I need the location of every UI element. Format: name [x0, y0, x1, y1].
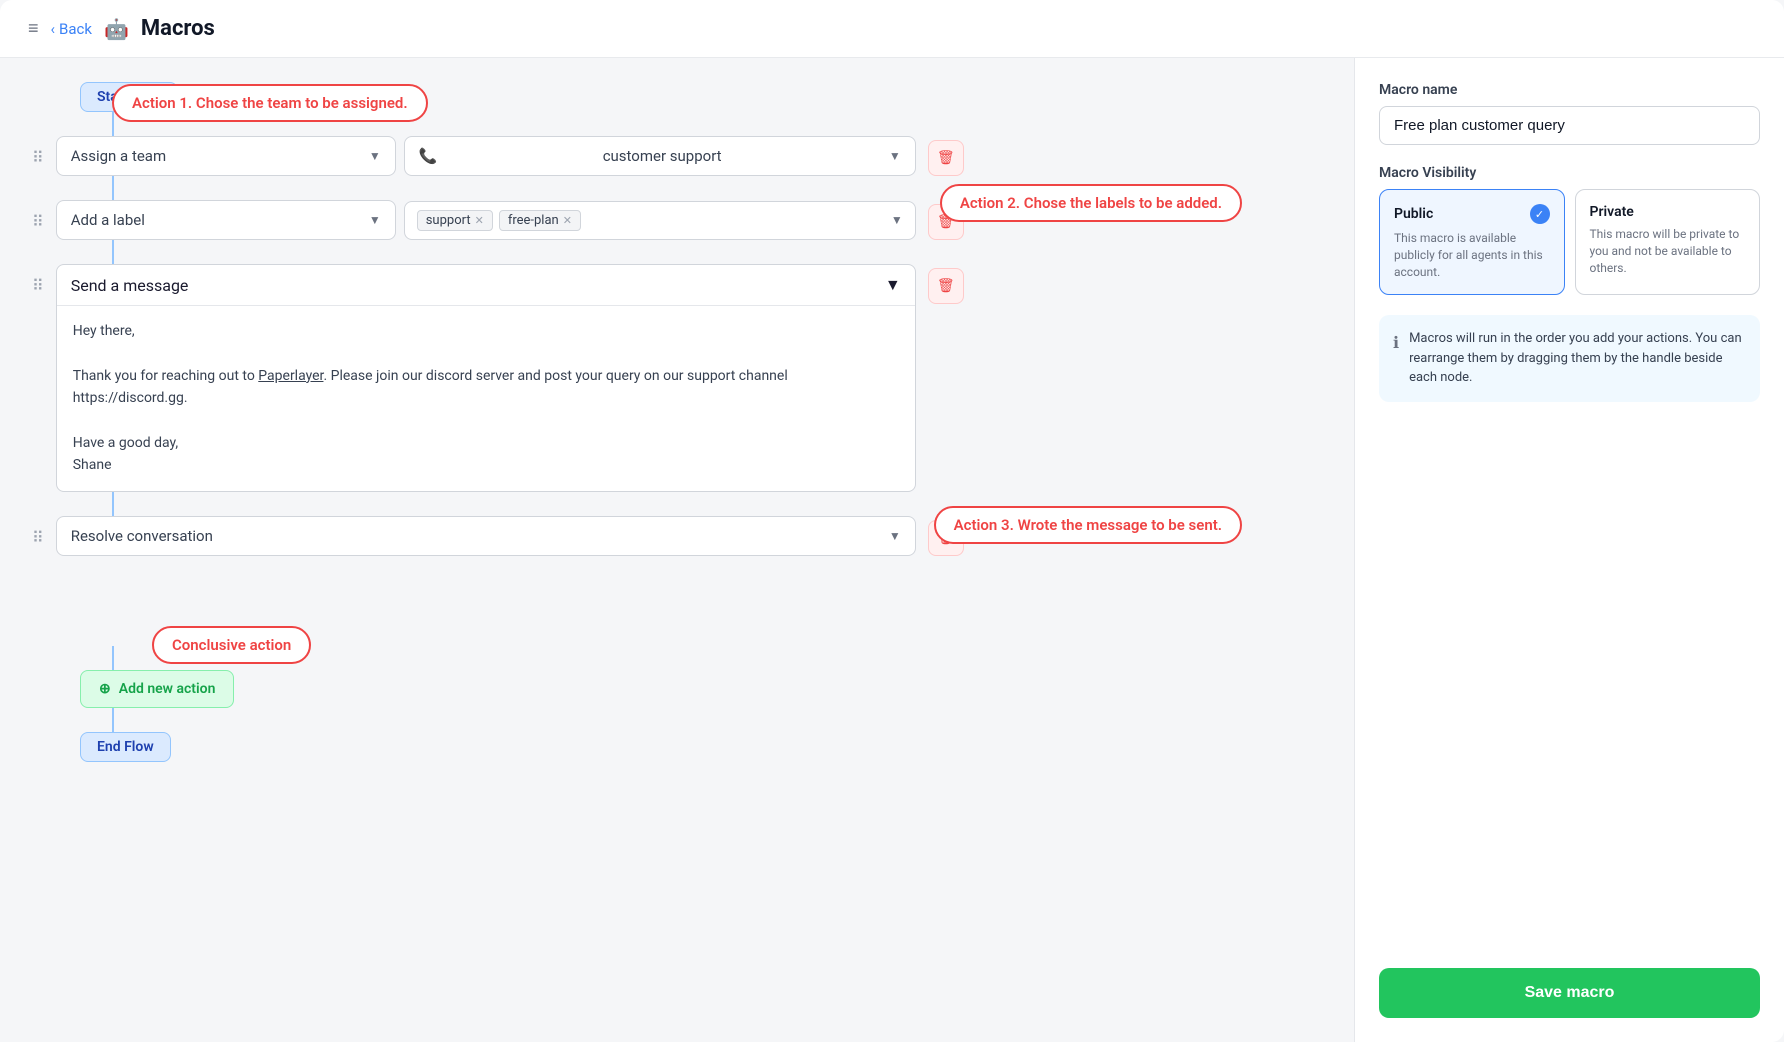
visibility-private-card[interactable]: Private This macro will be private to yo… [1575, 189, 1761, 295]
connector-line-4 [112, 492, 114, 516]
info-text: Macros will run in the order you add you… [1409, 329, 1746, 388]
remove-tag-support[interactable]: ✕ [475, 214, 484, 227]
action-type-label-1: Assign a team [71, 147, 166, 165]
action-3-content: Send a message ▼ Hey there, Thank you fo… [56, 264, 916, 492]
connector-line-6 [112, 708, 114, 732]
visibility-public-header: Public ✓ [1394, 204, 1550, 224]
visibility-private-header: Private [1590, 204, 1746, 220]
delete-action-4-button[interactable]: 🗑 [928, 520, 964, 556]
resolve-conversation-select[interactable]: Resolve conversation ▼ [56, 516, 916, 556]
action-row-2: ⠿ Add a label ▼ support ✕ [32, 200, 1322, 240]
add-new-action-label: Add new action [119, 681, 216, 697]
connector-line-5 [112, 646, 114, 670]
visibility-section-title: Macro Visibility [1379, 165, 1760, 181]
end-flow-node: End Flow [80, 732, 171, 762]
save-macro-button[interactable]: Save macro [1379, 968, 1760, 1018]
action-1-content: Assign a team ▼ 📞 customer support ▼ [56, 136, 916, 176]
action-1-wrapper: Action 1. Chose the team to be assigned.… [32, 136, 1322, 176]
action-type-select-2[interactable]: Add a label ▼ [56, 200, 396, 240]
action-2-wrapper: Action 2. Chose the labels to be added. … [32, 200, 1322, 240]
action-row-3: ⠿ Send a message ▼ Hey there, Thank you … [32, 264, 1322, 492]
visibility-options: Public ✓ This macro is available publicl… [1379, 189, 1760, 295]
drag-handle-2[interactable]: ⠿ [32, 200, 44, 231]
info-box: ℹ Macros will run in the order you add y… [1379, 315, 1760, 402]
resolve-conversation-label: Resolve conversation [71, 527, 213, 545]
action-3-wrapper: ⠿ Send a message ▼ Hey there, Thank you … [32, 264, 1322, 492]
chevron-down-icon-2: ▼ [889, 149, 901, 163]
plus-icon: ⊕ [99, 681, 111, 697]
chevron-down-icon-5: ▼ [889, 529, 901, 543]
back-label: Back [59, 20, 92, 38]
visibility-private-desc: This macro will be private to you and no… [1590, 226, 1746, 276]
send-message-select[interactable]: Send a message ▼ [57, 265, 915, 306]
back-button[interactable]: ‹ Back [51, 20, 92, 38]
info-icon: ℹ [1393, 331, 1399, 388]
action-4-content: Resolve conversation ▼ [56, 516, 916, 556]
tag-support-label: support [426, 213, 471, 228]
chevron-down-icon-3: ▼ [369, 213, 381, 227]
drag-handle-4[interactable]: ⠿ [32, 516, 44, 547]
sidebar-panel: Macro name Macro Visibility Public ✓ Thi… [1354, 58, 1784, 1042]
visibility-private-title: Private [1590, 204, 1634, 220]
action-2-content: Add a label ▼ support ✕ free-plan [56, 200, 916, 240]
action-row-4: ⠿ Resolve conversation ▼ 🗑 [32, 516, 1322, 556]
message-body: Hey there, Thank you for reaching out to… [57, 306, 915, 491]
action-2-selects: Add a label ▼ support ✕ free-plan [56, 200, 916, 240]
menu-icon[interactable]: ≡ [28, 18, 39, 39]
action-type-select-1[interactable]: Assign a team ▼ [56, 136, 396, 176]
chevron-down-icon: ▼ [369, 149, 381, 163]
action-4-wrapper: ⠿ Resolve conversation ▼ 🗑 Conclusive ac… [32, 516, 1322, 616]
tag-free-plan-label: free-plan [508, 213, 559, 228]
remove-tag-free-plan[interactable]: ✕ [563, 214, 572, 227]
connector-line-1 [112, 112, 114, 136]
connector-line-2 [112, 176, 114, 200]
tag-free-plan: free-plan ✕ [499, 210, 581, 231]
delete-action-3-button[interactable]: 🗑 [928, 268, 964, 304]
tag-support: support ✕ [417, 210, 493, 231]
action-value-select-1[interactable]: 📞 customer support ▼ [404, 136, 916, 176]
phone-icon: 📞 [419, 147, 438, 165]
action-1-selects: Assign a team ▼ 📞 customer support ▼ [56, 136, 916, 176]
macro-name-section-title: Macro name [1379, 82, 1760, 98]
visibility-public-check: ✓ [1530, 204, 1550, 224]
page-title: Macros [141, 16, 215, 41]
drag-handle-3[interactable]: ⠿ [32, 264, 44, 295]
send-message-label: Send a message [71, 276, 189, 295]
robot-icon: 🤖 [104, 17, 129, 41]
delete-action-1-button[interactable]: 🗑 [928, 140, 964, 176]
start-flow-node: Start Flow [80, 82, 178, 112]
action-value-label-1: customer support [603, 147, 722, 165]
macro-name-input[interactable] [1379, 106, 1760, 145]
conclusive-action-annotation: Conclusive action [152, 626, 311, 664]
drag-handle-1[interactable]: ⠿ [32, 136, 44, 167]
connector-line-3 [112, 240, 114, 264]
visibility-public-card[interactable]: Public ✓ This macro is available publicl… [1379, 189, 1565, 295]
flow-panel: Start Flow Action 1. Chose the team to b… [0, 58, 1354, 1042]
macro-name-section: Macro name [1379, 82, 1760, 145]
chevron-down-icon-4: ▼ [885, 275, 901, 295]
action-type-label-2: Add a label [71, 211, 145, 229]
visibility-public-title: Public [1394, 206, 1433, 222]
add-new-action-button[interactable]: ⊕ Add new action [80, 670, 234, 708]
delete-action-2-button[interactable]: 🗑 [928, 204, 964, 240]
message-box: Send a message ▼ Hey there, Thank you fo… [56, 264, 916, 492]
macro-visibility-section: Macro Visibility Public ✓ This macro is … [1379, 165, 1760, 295]
visibility-public-desc: This macro is available publicly for all… [1394, 230, 1550, 280]
tags-chevron-icon: ▼ [891, 213, 903, 227]
tags-select[interactable]: support ✕ free-plan ✕ ▼ [404, 201, 916, 240]
action-row-1: ⠿ Assign a team ▼ 📞 customer support ▼ [32, 136, 1322, 176]
